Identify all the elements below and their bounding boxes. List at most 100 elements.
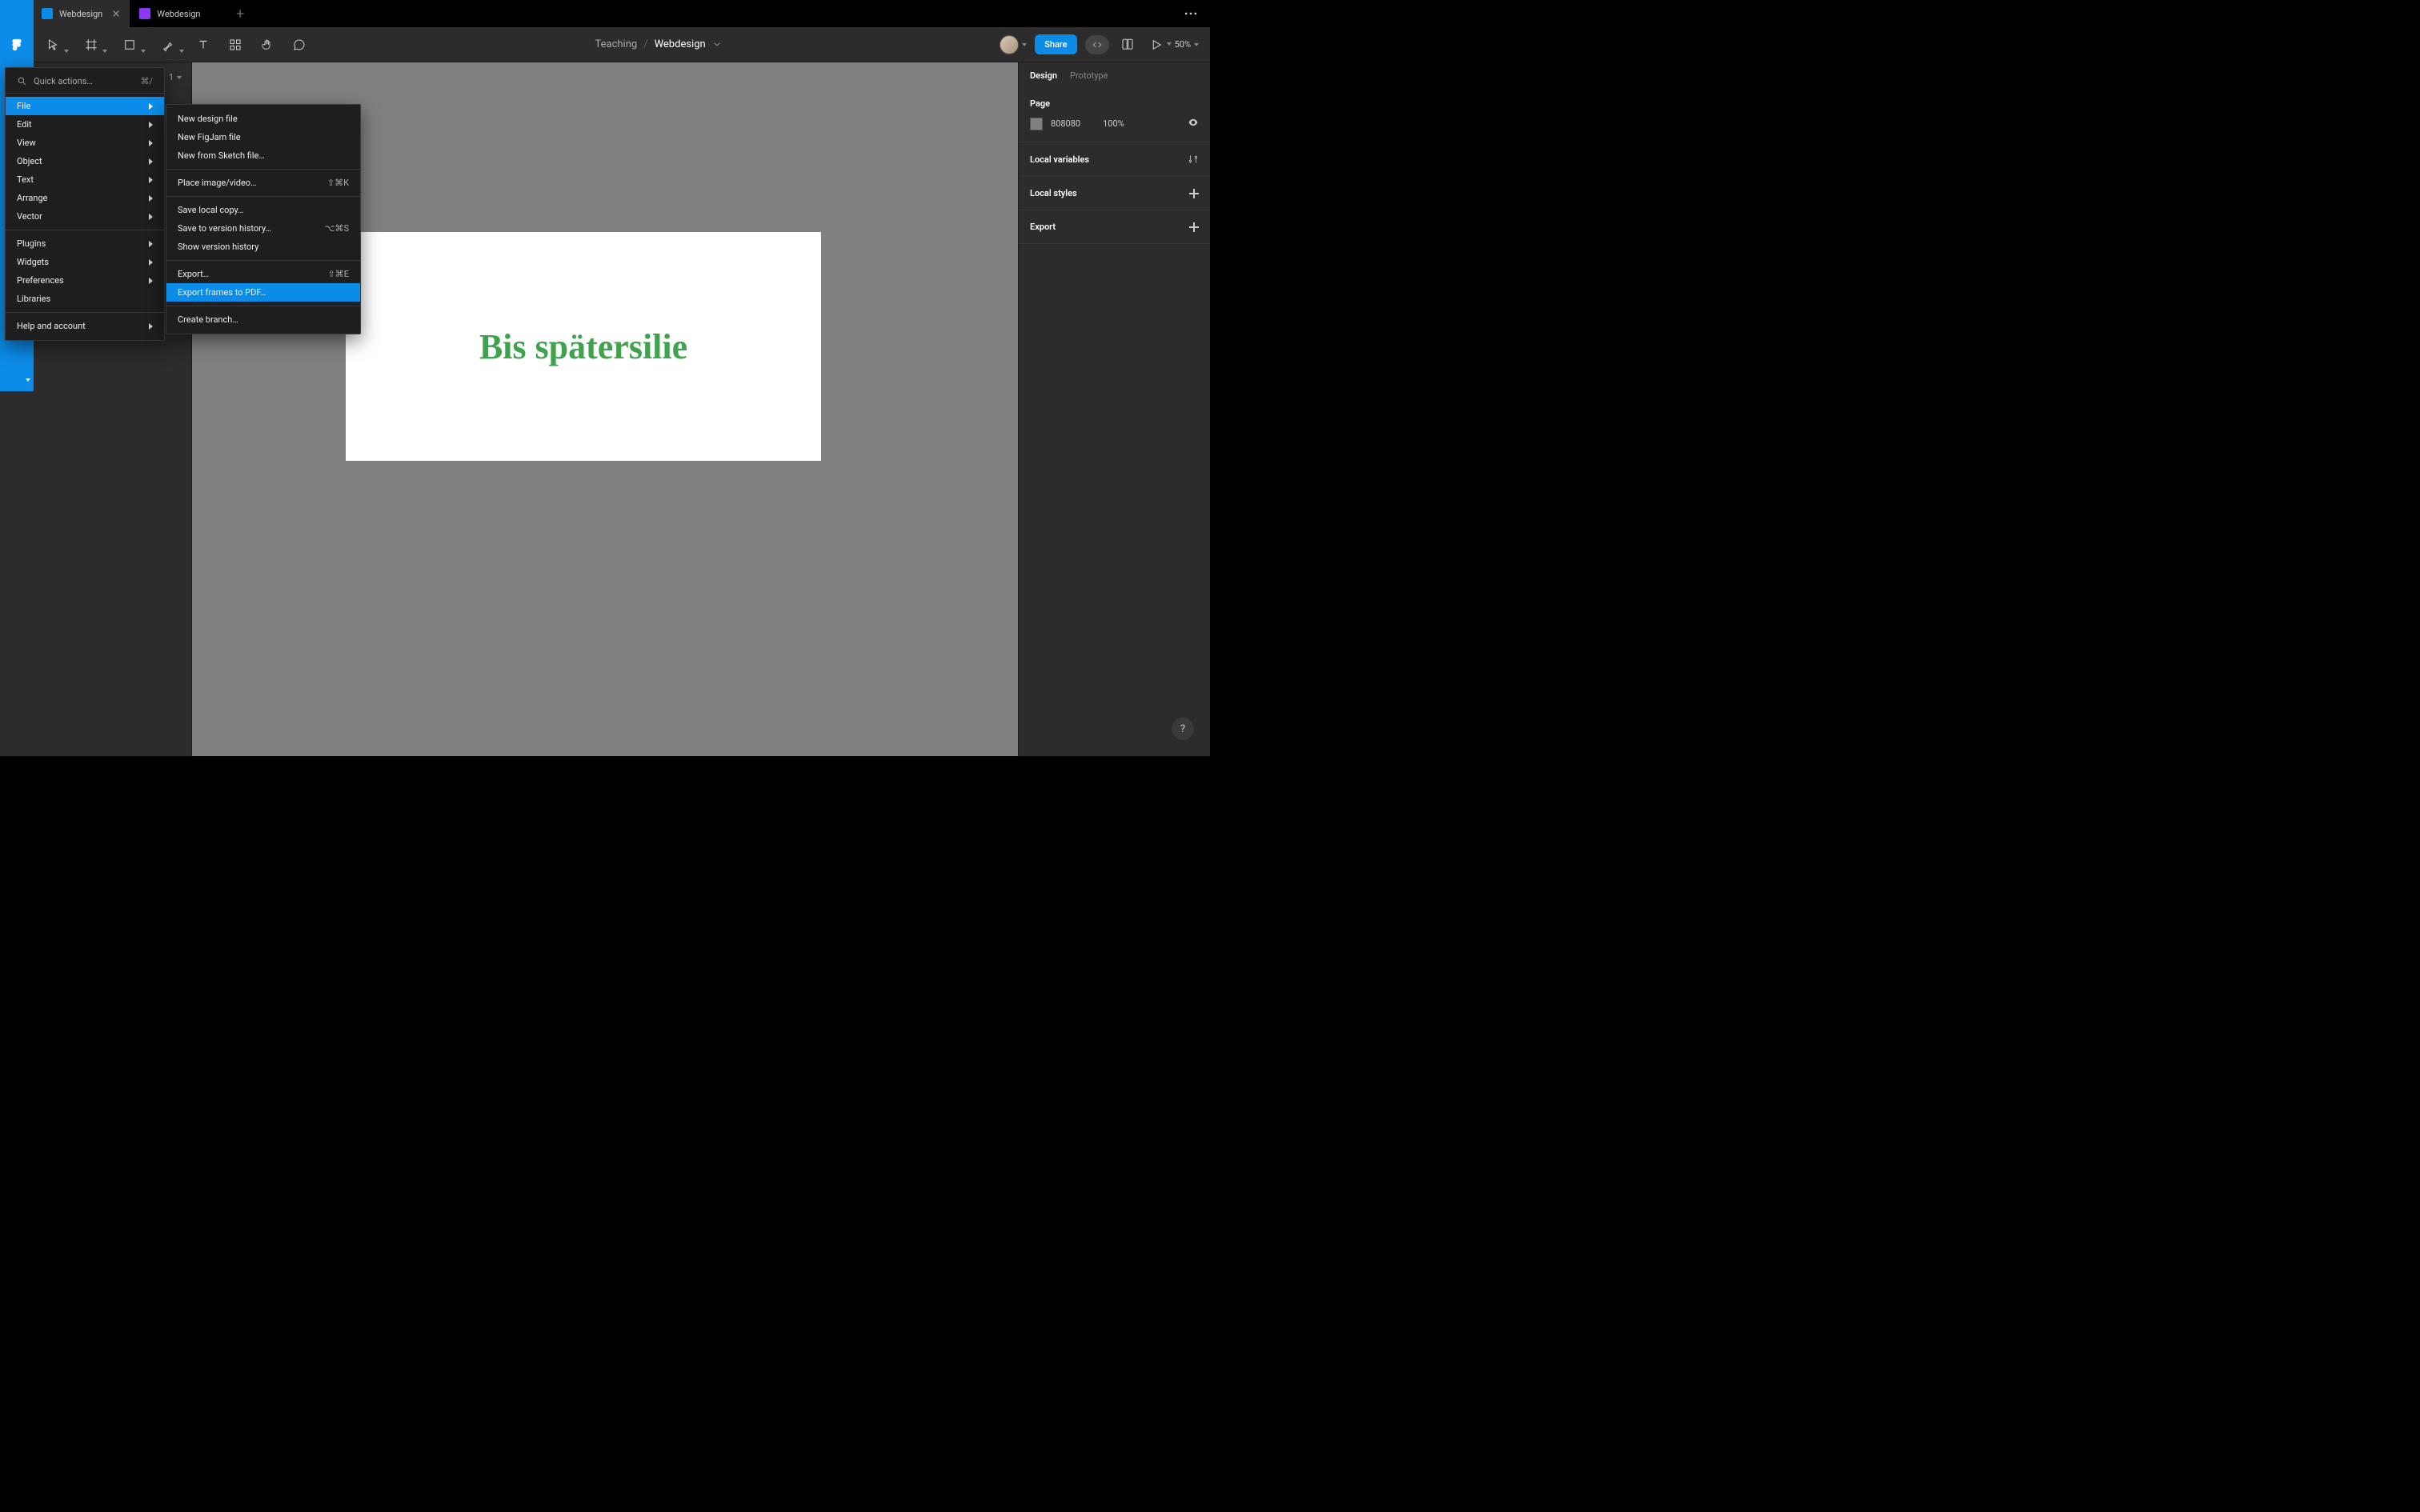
avatar-menu[interactable] bbox=[1000, 35, 1027, 54]
frame-tool[interactable] bbox=[72, 27, 110, 62]
shortcut: ⌘/ bbox=[140, 76, 153, 86]
canvas-frame[interactable]: Bis spätersilie bbox=[346, 232, 821, 461]
menu-item-label: Help and account bbox=[17, 321, 86, 331]
menu-item-label: Text bbox=[17, 174, 34, 185]
local-variables-row[interactable]: Local variables bbox=[1019, 142, 1210, 177]
shape-tool[interactable] bbox=[110, 27, 149, 62]
menu-item[interactable]: Arrange bbox=[6, 189, 164, 207]
play-icon bbox=[1149, 38, 1164, 52]
menu-item[interactable]: Export…⇧⌘E bbox=[166, 265, 360, 283]
menu-item[interactable]: Create branch… bbox=[166, 310, 360, 329]
visibility-toggle[interactable] bbox=[1188, 117, 1199, 130]
menu-item-label: Create branch… bbox=[178, 314, 238, 325]
page-color-hex[interactable]: 808080 bbox=[1051, 118, 1080, 129]
chevron-right-icon bbox=[149, 122, 153, 128]
tab-active[interactable]: Webdesign bbox=[32, 0, 130, 27]
menu-item[interactable]: Preferences bbox=[6, 271, 164, 290]
menu-item[interactable]: New FigJam file bbox=[166, 128, 360, 146]
tab-design[interactable]: Design bbox=[1030, 70, 1057, 87]
chevron-right-icon bbox=[149, 214, 153, 220]
resources-tool[interactable] bbox=[219, 27, 251, 62]
menu-item[interactable]: Plugins bbox=[6, 234, 164, 253]
menu-item[interactable]: View bbox=[6, 134, 164, 152]
main-menu: Quick actions… ⌘/ FileEdit View Object Text… bbox=[5, 67, 165, 341]
menu-quick-actions[interactable]: Quick actions… ⌘/ bbox=[6, 73, 164, 94]
chevron-right-icon bbox=[149, 177, 153, 183]
frame-icon bbox=[84, 38, 98, 52]
comment-icon bbox=[292, 38, 307, 52]
share-button[interactable]: Share bbox=[1035, 34, 1076, 54]
menu-item[interactable]: Libraries bbox=[6, 290, 164, 308]
menu-item-label: Quick actions… bbox=[34, 76, 93, 86]
menu-item[interactable]: New from Sketch file… bbox=[166, 146, 360, 165]
plus-icon bbox=[1189, 222, 1199, 232]
menu-item[interactable]: Object bbox=[6, 152, 164, 170]
move-tool[interactable] bbox=[34, 27, 72, 62]
section-title: Page bbox=[1030, 98, 1199, 109]
frame-text: Bis spätersilie bbox=[479, 326, 687, 367]
chevron-down-icon bbox=[177, 76, 182, 79]
chevron-down-icon bbox=[1022, 43, 1027, 46]
chevron-right-icon bbox=[149, 103, 153, 110]
inspector-tabs: Design Prototype bbox=[1019, 62, 1210, 87]
menu-item[interactable]: Show version history bbox=[166, 238, 360, 256]
menu-item[interactable]: Place image/video…⇧⌘K bbox=[166, 174, 360, 192]
tab-bar: Webdesign Webdesign + bbox=[0, 0, 1210, 27]
comment-tool[interactable] bbox=[283, 27, 315, 62]
menu-item[interactable]: Help and account bbox=[6, 317, 164, 335]
close-icon[interactable] bbox=[112, 10, 120, 18]
new-tab-button[interactable]: + bbox=[226, 0, 254, 27]
chevron-down-icon bbox=[64, 50, 69, 54]
menu-item-label: Preferences bbox=[17, 275, 64, 286]
chevron-down-icon bbox=[26, 378, 30, 383]
breadcrumb-parent: Teaching bbox=[595, 38, 638, 50]
library-button[interactable] bbox=[1117, 34, 1138, 55]
chevron-down-icon bbox=[179, 50, 184, 54]
menu-item[interactable]: Export frames to PDF… bbox=[166, 283, 360, 302]
figma-logo-icon bbox=[10, 38, 24, 52]
resources-icon bbox=[228, 38, 242, 52]
row-label: Local styles bbox=[1030, 188, 1077, 198]
chevron-down-icon bbox=[714, 42, 720, 46]
sliders-icon bbox=[1188, 154, 1199, 165]
chevron-down-icon bbox=[1167, 42, 1172, 46]
help-button[interactable]: ? bbox=[1172, 718, 1194, 740]
page-opacity[interactable]: 100% bbox=[1103, 118, 1124, 129]
menu-item-label: Plugins bbox=[17, 238, 46, 249]
more-icon[interactable] bbox=[1183, 6, 1199, 22]
menu-item[interactable]: Edit bbox=[6, 115, 164, 134]
menu-item-label: Save local copy… bbox=[178, 205, 243, 215]
rectangle-icon bbox=[122, 38, 137, 52]
tab-prototype[interactable]: Prototype bbox=[1070, 70, 1108, 87]
tab-inactive[interactable]: Webdesign bbox=[130, 0, 226, 27]
pen-tool[interactable] bbox=[149, 27, 187, 62]
local-styles-row[interactable]: Local styles bbox=[1019, 177, 1210, 210]
hand-tool[interactable] bbox=[251, 27, 283, 62]
menu-item[interactable]: New design file bbox=[166, 110, 360, 128]
menu-item-label: View bbox=[17, 138, 36, 148]
menu-item-label: Place image/video… bbox=[178, 178, 256, 188]
avatar bbox=[1000, 35, 1019, 54]
menu-item-label: Object bbox=[17, 156, 42, 166]
menu-item-label: Vector bbox=[17, 211, 42, 222]
zoom-control[interactable]: 50% bbox=[1175, 39, 1199, 50]
breadcrumb[interactable]: Teaching / Webdesign bbox=[315, 38, 1000, 50]
menu-item[interactable]: Widgets bbox=[6, 253, 164, 271]
page-color-swatch[interactable] bbox=[1030, 118, 1043, 130]
zoom-value: 50% bbox=[1175, 39, 1191, 50]
search-icon bbox=[17, 76, 27, 86]
eye-icon bbox=[1188, 117, 1199, 128]
tab-label: Webdesign bbox=[59, 9, 102, 19]
text-tool[interactable] bbox=[187, 27, 219, 62]
export-row[interactable]: Export bbox=[1019, 210, 1210, 244]
present-button[interactable] bbox=[1146, 34, 1167, 55]
menu-item[interactable]: Save to version history…⌥⌘S bbox=[166, 219, 360, 238]
dev-mode-toggle[interactable] bbox=[1085, 35, 1109, 54]
chevron-right-icon bbox=[149, 195, 153, 202]
hand-icon bbox=[260, 38, 274, 52]
code-icon bbox=[1092, 39, 1103, 50]
menu-item[interactable]: Save local copy… bbox=[166, 201, 360, 219]
menu-item[interactable]: File bbox=[6, 97, 164, 115]
menu-item[interactable]: Vector bbox=[6, 207, 164, 226]
menu-item[interactable]: Text bbox=[6, 170, 164, 189]
